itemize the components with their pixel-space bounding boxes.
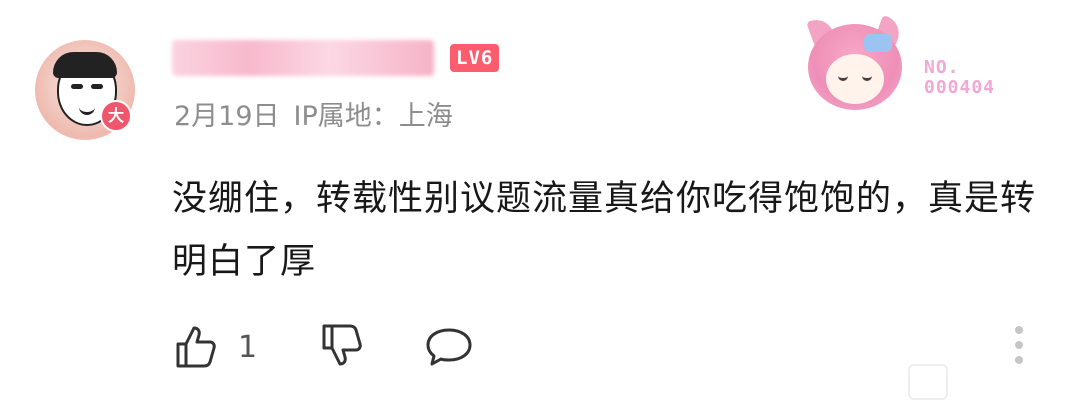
username-blurred[interactable] [172, 40, 434, 76]
like-count: 1 [238, 330, 258, 365]
ip-location: IP属地：上海 [293, 101, 453, 132]
thumbs-down-icon [322, 324, 362, 366]
comment-date: 2月19日 [174, 101, 280, 132]
avatar-hair [53, 52, 117, 78]
comment-text: 没绷住，转载性别议题流量真给你吃得饱饱的，真是转明白了厚 [172, 179, 1037, 282]
watermark-icon [908, 364, 948, 400]
more-vertical-icon[interactable] [1013, 326, 1025, 370]
fan-number: NO. 000404 [924, 58, 995, 98]
level-badge: LV6 [450, 44, 500, 72]
comment-meta: 2月19日 IP属地：上海 [174, 94, 467, 133]
comment-bubble-icon [426, 328, 472, 366]
fan-card-decoration [800, 15, 910, 118]
like-button[interactable] [172, 322, 220, 374]
reply-button[interactable] [424, 322, 474, 374]
fan-number-value: 000404 [924, 77, 996, 98]
avatar-badge: 大 [100, 100, 132, 132]
fan-number-label: NO. [924, 57, 960, 78]
dislike-button[interactable] [318, 322, 366, 374]
thumbs-up-icon [176, 326, 216, 368]
